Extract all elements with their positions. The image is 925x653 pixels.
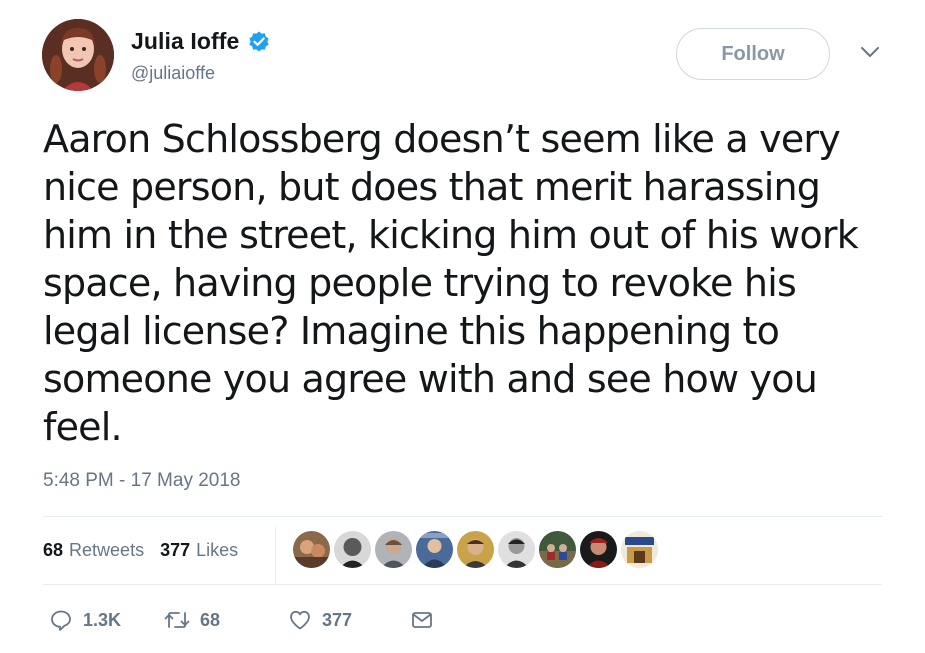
chevron-down-icon[interactable] [859, 45, 881, 59]
reply-count: 1.3K [83, 609, 122, 630]
likes-stat[interactable]: 377 Likes [160, 540, 238, 561]
author-handle[interactable]: @juliaioffe [131, 63, 215, 84]
avatar-photo [42, 19, 114, 91]
heart-icon [290, 610, 310, 630]
tweet-card: Julia Ioffe @juliaioffe Follow Aaron Sch… [0, 0, 925, 653]
liker-avatar-6[interactable] [498, 531, 535, 568]
retweet-icon [164, 612, 190, 628]
retweets-label: Retweets [69, 540, 145, 560]
liker-avatar-7[interactable] [539, 531, 576, 568]
retweet-button[interactable]: 68 [164, 608, 288, 632]
direct-message-button[interactable] [410, 608, 434, 632]
author-display-name[interactable]: Julia Ioffe [131, 28, 239, 55]
liker-avatar-3[interactable] [375, 531, 412, 568]
retweet-count: 68 [200, 609, 221, 630]
liker-avatar-9[interactable] [621, 531, 658, 568]
retweets-count: 68 [43, 540, 64, 560]
like-count: 377 [322, 609, 353, 630]
tweet-text: Aaron Schlossberg doesn’t seem like a ve… [43, 117, 859, 449]
divider [43, 584, 882, 585]
liker-avatar-5[interactable] [457, 531, 494, 568]
likes-label: Likes [196, 540, 239, 560]
tweet-timestamp[interactable]: 5:48 PM - 17 May 2018 [43, 470, 241, 492]
retweets-stat[interactable]: 68 Retweets [43, 540, 144, 561]
reply-icon [51, 610, 71, 631]
liker-avatar-8[interactable] [580, 531, 617, 568]
like-button[interactable]: 377 [288, 608, 410, 632]
verified-badge-icon [247, 30, 271, 54]
likes-count: 377 [160, 540, 191, 560]
envelope-icon [412, 612, 432, 628]
liker-avatar-2[interactable] [334, 531, 371, 568]
reply-button[interactable]: 1.3K [49, 608, 164, 632]
divider [43, 516, 882, 517]
liker-avatar-4[interactable] [416, 531, 453, 568]
author-name-row[interactable]: Julia Ioffe [131, 28, 271, 55]
liker-avatar-1[interactable] [293, 531, 330, 568]
author-avatar[interactable] [42, 19, 114, 91]
follow-button[interactable]: Follow [676, 28, 830, 80]
stats-separator [275, 527, 276, 584]
tweet-actions: 1.3K 68 377 [49, 608, 434, 632]
engagement-stats: 68 Retweets 377 Likes [43, 540, 238, 561]
liker-avatars [293, 531, 658, 568]
